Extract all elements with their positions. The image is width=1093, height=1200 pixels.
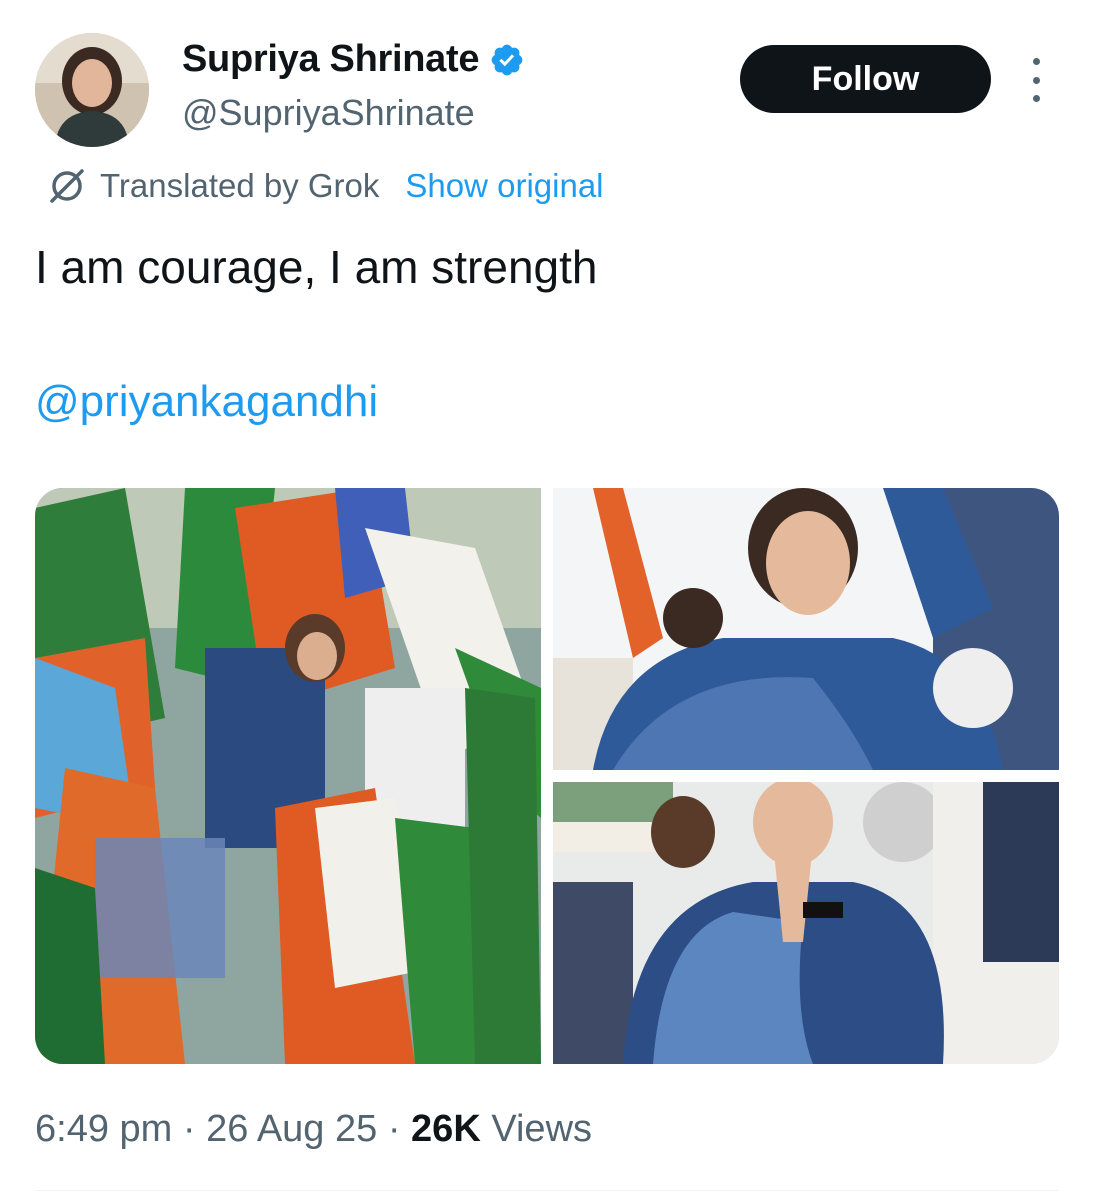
views-count: 26K bbox=[411, 1108, 481, 1150]
show-original-link[interactable]: Show original bbox=[405, 167, 603, 205]
translation-row: Translated by Grok Show original bbox=[46, 165, 604, 207]
photo-waving[interactable] bbox=[553, 488, 1059, 770]
author-display-name-row[interactable]: Supriya Shrinate bbox=[182, 38, 525, 81]
tweet-page: Supriya Shrinate @SupriyaShrinate Follow… bbox=[0, 0, 1093, 1200]
tweet-meta: 6:49 pm · 26 Aug 25 · 26K Views bbox=[35, 1108, 592, 1151]
author-handle[interactable]: @SupriyaShrinate bbox=[182, 92, 475, 134]
tweet-date[interactable]: 26 Aug 25 bbox=[206, 1108, 377, 1150]
mention-link[interactable]: @priyankagandhi bbox=[35, 377, 378, 427]
photo-namaste[interactable] bbox=[553, 782, 1059, 1064]
translated-by-label: Translated by Grok bbox=[100, 167, 380, 204]
tweet-time[interactable]: 6:49 pm bbox=[35, 1108, 172, 1150]
follow-button[interactable]: Follow bbox=[740, 45, 991, 113]
avatar[interactable] bbox=[35, 33, 149, 147]
views-label: Views bbox=[491, 1108, 593, 1150]
divider bbox=[35, 1190, 1059, 1191]
more-options-icon[interactable] bbox=[1022, 58, 1050, 102]
meta-separator: · bbox=[387, 1108, 401, 1150]
tweet-text: I am courage, I am strength bbox=[35, 241, 598, 293]
verified-badge-icon bbox=[491, 44, 523, 75]
media-grid bbox=[35, 488, 1059, 1064]
meta-separator: · bbox=[182, 1108, 196, 1150]
photo-rally-crowd[interactable] bbox=[35, 488, 541, 1064]
author-display-name[interactable]: Supriya Shrinate bbox=[182, 38, 479, 81]
grok-icon bbox=[50, 169, 84, 203]
